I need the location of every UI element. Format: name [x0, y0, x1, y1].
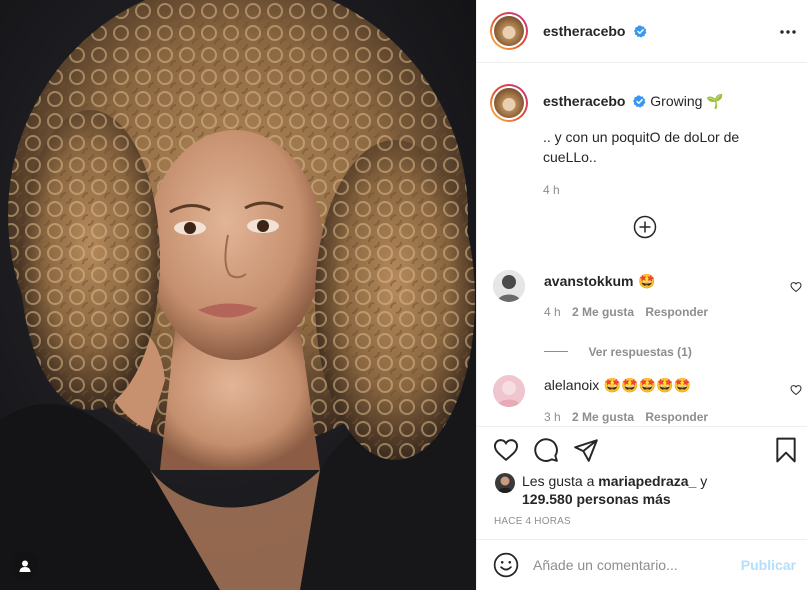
commenter-username[interactable]: avanstokkum	[544, 273, 633, 289]
caption-title: Growing	[650, 93, 703, 109]
caption: estheracebo Growing 🌱 .. y con un poquit…	[543, 91, 793, 197]
likes-count-link[interactable]: 129.580 personas más	[522, 491, 671, 507]
commenter-avatar[interactable]	[493, 375, 525, 407]
post-actions: Les gusta a mariapedraza_ y 129.580 pers…	[477, 426, 807, 539]
comment-bubble-icon	[534, 438, 558, 462]
reply-button[interactable]: Responder	[645, 410, 708, 424]
post-timestamp[interactable]: HACE 4 HORAS	[494, 516, 571, 527]
caption-time: 4 h	[543, 183, 560, 197]
seedling-emoji: 🌱	[706, 93, 724, 109]
like-button[interactable]	[493, 437, 519, 468]
comment-text: 🤩🤩🤩🤩🤩	[603, 377, 691, 393]
comment-time: 4 h	[544, 305, 561, 319]
comment-item: avanstokkum 🤩 4 h 2 Me gusta Responder V…	[493, 270, 802, 361]
likes-prefix: Les gusta a	[522, 473, 595, 489]
caption-author-avatar[interactable]	[490, 84, 528, 122]
comment-input[interactable]	[533, 555, 733, 575]
commenter-username[interactable]: alelanoix	[544, 377, 599, 393]
heart-icon	[790, 282, 802, 293]
share-button[interactable]	[573, 437, 599, 468]
bookmark-icon	[776, 437, 796, 463]
post-header: estheracebo	[477, 0, 807, 63]
verified-badge-icon	[633, 95, 646, 108]
comment-likes[interactable]: 2 Me gusta	[572, 305, 634, 319]
view-replies-button[interactable]: Ver respuestas (1)	[544, 343, 692, 361]
comment-likes[interactable]: 2 Me gusta	[572, 410, 634, 424]
likes-summary: Les gusta a mariapedraza_ y 129.580 pers…	[522, 472, 707, 508]
smiley-icon	[493, 552, 519, 578]
user-icon	[19, 560, 30, 572]
replies-divider	[544, 351, 568, 353]
comments-section[interactable]: estheracebo Growing 🌱 .. y con un poquit…	[477, 64, 807, 426]
heart-icon	[790, 385, 802, 396]
plus-circle-icon	[633, 215, 657, 239]
emoji-button[interactable]	[493, 552, 519, 583]
portrait-image	[0, 0, 476, 590]
like-comment-button[interactable]	[790, 280, 802, 298]
comment-item: alelanoix 🤩🤩🤩🤩🤩 3 h 2 Me gusta Responder	[493, 375, 802, 426]
caption-body: .. y con un poquitO de doLor de cueLLo..	[543, 129, 740, 165]
commenter-avatar[interactable]	[493, 270, 525, 302]
liker-username[interactable]: mariapedraza_	[598, 473, 696, 489]
tagged-users-button[interactable]	[11, 552, 38, 579]
more-options-button[interactable]	[778, 22, 798, 42]
comment-time: 3 h	[544, 410, 561, 424]
likes-connector: y	[700, 473, 708, 489]
reply-button[interactable]: Responder	[645, 305, 708, 319]
like-comment-button[interactable]	[790, 383, 802, 401]
save-button[interactable]	[773, 437, 799, 468]
post-photo[interactable]	[0, 0, 476, 590]
add-comment-bar: Publicar	[477, 539, 807, 590]
comment-text: 🤩	[637, 273, 656, 289]
post-details-panel: estheracebo estheracebo Growing 🌱 .. y c…	[476, 0, 807, 590]
more-horizontal-icon	[780, 30, 796, 34]
liker-avatar[interactable]	[495, 473, 515, 493]
comment-button[interactable]	[533, 437, 559, 468]
author-avatar[interactable]	[490, 12, 528, 50]
send-icon	[574, 439, 598, 462]
caption-username[interactable]: estheracebo	[543, 93, 625, 109]
load-more-comments-button[interactable]	[633, 215, 657, 244]
author-username[interactable]: estheracebo	[543, 23, 625, 39]
heart-icon	[493, 439, 519, 462]
view-replies-label: Ver respuestas (1)	[588, 345, 692, 359]
publish-button[interactable]: Publicar	[741, 557, 796, 573]
verified-badge-icon	[633, 25, 647, 38]
